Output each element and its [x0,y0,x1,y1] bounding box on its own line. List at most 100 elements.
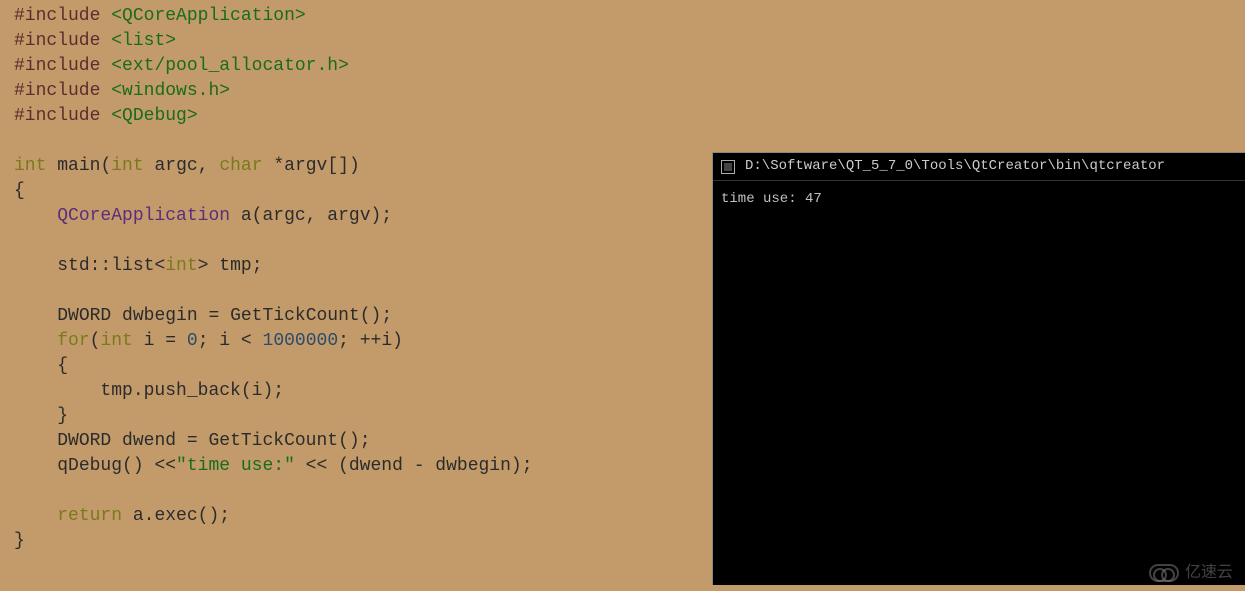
code-line: } [14,406,68,426]
identifier: std::list [57,256,154,276]
console-titlebar[interactable]: D:\Software\QT_5_7_0\Tools\QtCreator\bin… [713,153,1245,181]
symbol: < [154,256,165,276]
symbol: } [57,406,68,426]
include-path: <QCoreApplication> [111,6,305,26]
symbol: () [360,306,382,326]
include-path: <QDebug> [111,106,197,126]
watermark-text: 亿速云 [1185,560,1233,585]
symbol: ( [90,331,101,351]
symbol: (argc, argv) [252,206,382,226]
symbol: = [198,306,230,326]
symbol: () [338,431,360,451]
function-name: main [57,156,100,176]
number-literal: 1000000 [263,331,339,351]
code-line: #include <windows.h> [14,81,230,101]
type-keyword: int [111,156,143,176]
symbol: ; [252,256,263,276]
symbol: () [198,506,220,526]
console-title: D:\Software\QT_5_7_0\Tools\QtCreator\bin… [745,154,1165,179]
code-line: } [14,531,25,551]
identifier: argv [284,156,327,176]
code-line: #include <list> [14,31,176,51]
flow-keyword: return [57,506,122,526]
symbol: } [14,531,25,551]
preproc-directive: #include [14,81,100,101]
type-keyword: int [14,156,46,176]
symbol: ; [273,381,284,401]
preproc-directive: #include [14,31,100,51]
symbol: ; [338,331,360,351]
symbol: ) [349,156,360,176]
include-path: <list> [111,31,176,51]
symbol: << [144,456,176,476]
identifier: i [144,331,155,351]
identifier: qDebug [57,456,122,476]
symbol: ; [381,306,392,326]
symbol: () [122,456,144,476]
code-line: QCoreApplication a(argc, argv); [14,206,392,226]
type-keyword: int [165,256,197,276]
code-line: #include <ext/pool_allocator.h> [14,56,349,76]
identifier: dwbegin [122,306,198,326]
identifier: GetTickCount [230,306,360,326]
watermark: 亿速云 [1149,560,1233,585]
code-line: { [14,181,25,201]
console-output[interactable]: time use: 47 [713,181,1245,218]
identifier: argc [154,156,197,176]
symbol: = [154,331,186,351]
identifier: DWORD [57,306,111,326]
identifier: i [219,331,230,351]
symbol: { [14,181,25,201]
code-line: tmp.push_back(i); [14,381,284,401]
symbol: ; [360,431,371,451]
console-window[interactable]: D:\Software\QT_5_7_0\Tools\QtCreator\bin… [712,152,1245,585]
symbol: { [57,356,68,376]
symbol: ; [219,506,230,526]
symbol: ++ [360,331,382,351]
symbol: ; [522,456,533,476]
symbol: * [273,156,284,176]
identifier: DWORD [57,431,111,451]
code-line: return a.exec(); [14,506,230,526]
symbol: , [198,156,209,176]
number-literal: 0 [187,331,198,351]
symbol: ; [381,206,392,226]
identifier: dwend [122,431,176,451]
include-path: <windows.h> [111,81,230,101]
symbol: > [198,256,209,276]
qt-type: QCoreApplication [57,206,230,226]
code-line: int main(int argc, char *argv[]) [14,156,360,176]
preproc-directive: #include [14,56,100,76]
preproc-directive: #include [14,6,100,26]
code-line: DWORD dwbegin = GetTickCount(); [14,306,392,326]
symbol: < [230,331,262,351]
code-line: #include <QDebug> [14,106,198,126]
symbol: ( [100,156,111,176]
preproc-directive: #include [14,106,100,126]
code-line: DWORD dwend = GetTickCount(); [14,431,371,451]
identifier: tmp [219,256,251,276]
symbol: ; [198,331,220,351]
type-keyword: int [100,331,132,351]
type-keyword: char [219,156,262,176]
identifier: tmp.push_back [100,381,240,401]
string-literal: "time use:" [176,456,295,476]
code-line: { [14,356,68,376]
code-line: qDebug() <<"time use:" << (dwend - dwbeg… [14,456,533,476]
watermark-logo-icon [1149,564,1179,582]
identifier: GetTickCount [208,431,338,451]
code-line: for(int i = 0; i < 1000000; ++i) [14,331,403,351]
symbol: (i) [241,381,273,401]
symbol: ) [392,331,403,351]
identifier: i [381,331,392,351]
identifier: a.exec [133,506,198,526]
symbol: [] [327,156,349,176]
app-icon [721,160,735,174]
symbol: = [176,431,208,451]
identifier: a [241,206,252,226]
include-path: <ext/pool_allocator.h> [111,56,349,76]
identifier: (dwend - dwbegin) [327,456,521,476]
code-line: std::list<int> tmp; [14,256,263,276]
flow-keyword: for [57,331,89,351]
symbol: << [295,456,327,476]
